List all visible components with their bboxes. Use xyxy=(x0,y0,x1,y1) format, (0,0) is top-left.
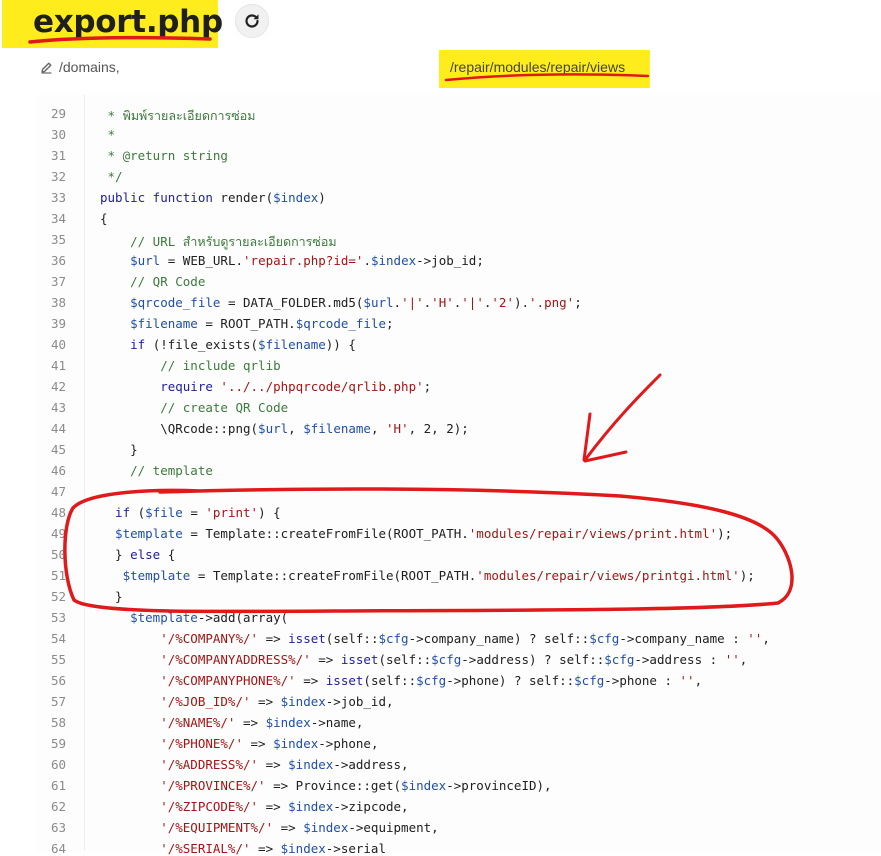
annotation-overlay xyxy=(28,36,794,614)
path-underline xyxy=(444,73,650,82)
title-underline xyxy=(28,36,212,44)
arrow-shaft xyxy=(583,373,662,462)
ink-circle xyxy=(63,487,794,614)
